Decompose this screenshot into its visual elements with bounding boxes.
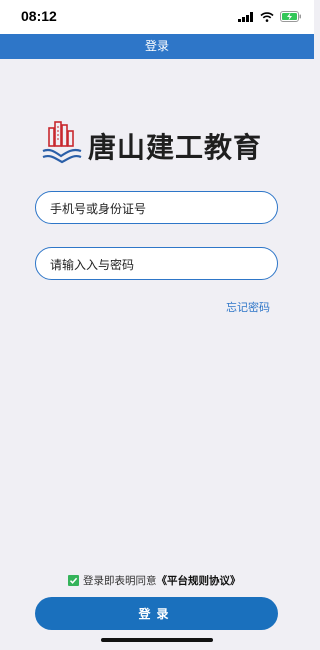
- nav-bar: 登录: [0, 34, 314, 59]
- logo: 唐山建工教育: [40, 118, 276, 168]
- agreement-checkbox[interactable]: [68, 575, 79, 586]
- agreement-row: 登录即表明同意 《平台规则协议》: [68, 573, 241, 588]
- status-icons: [238, 11, 302, 22]
- status-time: 08:12: [21, 8, 57, 24]
- status-bar: 08:12: [0, 0, 314, 34]
- agreement-text: 登录即表明同意: [83, 575, 157, 587]
- forgot-password-link[interactable]: 忘记密码: [226, 299, 270, 315]
- wifi-icon: [260, 11, 274, 22]
- login-button[interactable]: 登录: [35, 597, 278, 630]
- password-field[interactable]: [35, 247, 278, 281]
- page-title: 登录: [144, 39, 169, 53]
- checkmark-icon: [69, 577, 78, 584]
- logo-text: 唐山建工教育: [88, 131, 263, 164]
- phone-input[interactable]: [48, 192, 267, 225]
- home-indicator: [101, 638, 213, 642]
- signal-icon: [238, 11, 253, 22]
- phone-field[interactable]: [35, 191, 278, 225]
- password-input[interactable]: [48, 248, 267, 281]
- battery-charging-icon: [280, 11, 301, 22]
- agreement-link[interactable]: 《平台规则协议》: [157, 573, 241, 588]
- building-handshake-logo-icon: [42, 121, 82, 164]
